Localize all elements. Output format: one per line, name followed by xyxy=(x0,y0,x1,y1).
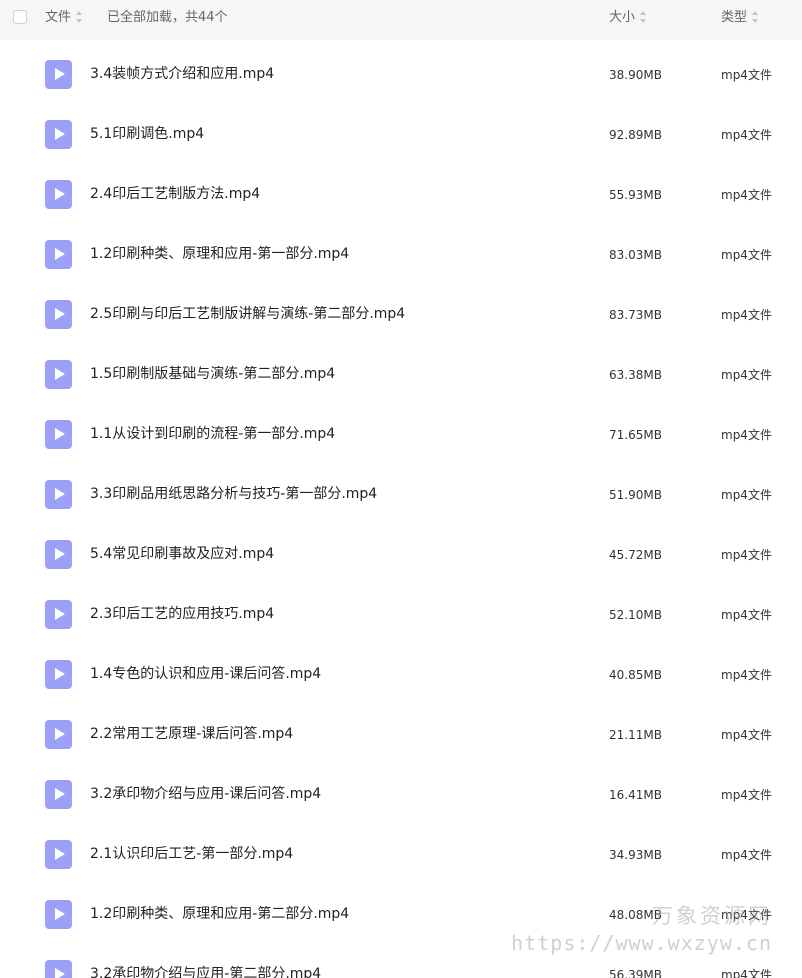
sort-icon xyxy=(640,10,647,23)
file-row[interactable]: 2.4印后工艺制版方法.mp4 55.93MB mp4文件 xyxy=(0,164,802,224)
file-row[interactable]: 2.1认识印后工艺-第一部分.mp4 34.93MB mp4文件 xyxy=(0,824,802,884)
video-file-icon xyxy=(45,720,72,749)
file-type: mp4文件 xyxy=(721,68,772,82)
file-row[interactable]: 1.2印刷种类、原理和应用-第一部分.mp4 83.03MB mp4文件 xyxy=(0,224,802,284)
file-size: 92.89MB xyxy=(609,128,662,142)
column-header-file[interactable]: 文件 xyxy=(45,0,83,36)
file-size: 21.11MB xyxy=(609,728,662,742)
file-size: 52.10MB xyxy=(609,608,662,622)
file-size: 83.03MB xyxy=(609,248,662,262)
load-status-text: 已全部加载，共44个 xyxy=(107,10,228,25)
file-row[interactable]: 3.2承印物介绍与应用-第二部分.mp4 56.39MB mp4文件 xyxy=(0,944,802,978)
file-size: 34.93MB xyxy=(609,848,662,862)
file-row[interactable]: 3.3印刷品用纸思路分析与技巧-第一部分.mp4 51.90MB mp4文件 xyxy=(0,464,802,524)
file-type: mp4文件 xyxy=(721,248,772,262)
select-all-checkbox[interactable] xyxy=(13,10,27,24)
file-row[interactable]: 1.1从设计到印刷的流程-第一部分.mp4 71.65MB mp4文件 xyxy=(0,404,802,464)
sort-icon xyxy=(76,10,83,23)
sort-icon xyxy=(752,10,759,23)
file-type: mp4文件 xyxy=(721,428,772,442)
file-name[interactable]: 1.1从设计到印刷的流程-第一部分.mp4 xyxy=(90,424,335,444)
file-row[interactable]: 2.2常用工艺原理-课后问答.mp4 21.11MB mp4文件 xyxy=(0,704,802,764)
file-type: mp4文件 xyxy=(721,308,772,322)
video-file-icon xyxy=(45,780,72,809)
file-size: 51.90MB xyxy=(609,488,662,502)
file-list-page: 文件 已全部加载，共44个 大小 类型 3.4装帧方式介绍和应用.mp4 38.9… xyxy=(0,0,802,978)
file-row[interactable]: 1.4专色的认识和应用-课后问答.mp4 40.85MB mp4文件 xyxy=(0,644,802,704)
file-type: mp4文件 xyxy=(721,728,772,742)
file-name[interactable]: 1.4专色的认识和应用-课后问答.mp4 xyxy=(90,664,321,684)
file-name[interactable]: 2.3印后工艺的应用技巧.mp4 xyxy=(90,604,274,624)
file-name[interactable]: 3.4装帧方式介绍和应用.mp4 xyxy=(90,64,274,84)
file-type: mp4文件 xyxy=(721,128,772,142)
file-name[interactable]: 5.4常见印刷事故及应对.mp4 xyxy=(90,544,274,564)
file-row[interactable]: 1.2印刷种类、原理和应用-第二部分.mp4 48.08MB mp4文件 xyxy=(0,884,802,944)
file-name[interactable]: 2.1认识印后工艺-第一部分.mp4 xyxy=(90,844,293,864)
file-size: 83.73MB xyxy=(609,308,662,322)
column-header-size-label: 大小 xyxy=(609,10,636,25)
file-type: mp4文件 xyxy=(721,608,772,622)
video-file-icon xyxy=(45,180,72,209)
column-header-type-label: 类型 xyxy=(721,10,748,25)
file-type: mp4文件 xyxy=(721,368,772,382)
video-file-icon xyxy=(45,300,72,329)
file-name[interactable]: 2.5印刷与印后工艺制版讲解与演练-第二部分.mp4 xyxy=(90,304,405,324)
file-name[interactable]: 1.2印刷种类、原理和应用-第一部分.mp4 xyxy=(90,244,349,264)
file-row[interactable]: 2.3印后工艺的应用技巧.mp4 52.10MB mp4文件 xyxy=(0,584,802,644)
file-name[interactable]: 3.2承印物介绍与应用-第二部分.mp4 xyxy=(90,964,321,978)
video-file-icon xyxy=(45,420,72,449)
file-type: mp4文件 xyxy=(721,788,772,802)
list-header: 文件 已全部加载，共44个 大小 类型 xyxy=(0,0,802,40)
video-file-icon xyxy=(45,480,72,509)
file-size: 56.39MB xyxy=(609,968,662,978)
file-size: 45.72MB xyxy=(609,548,662,562)
video-file-icon xyxy=(45,840,72,869)
file-size: 40.85MB xyxy=(609,668,662,682)
video-file-icon xyxy=(45,60,72,89)
video-file-icon xyxy=(45,240,72,269)
video-file-icon xyxy=(45,660,72,689)
column-header-file-label: 文件 xyxy=(45,10,72,25)
file-type: mp4文件 xyxy=(721,668,772,682)
video-file-icon xyxy=(45,600,72,629)
file-size: 16.41MB xyxy=(609,788,662,802)
file-size: 38.90MB xyxy=(609,68,662,82)
video-file-icon xyxy=(45,900,72,929)
file-row[interactable]: 1.5印刷制版基础与演练-第二部分.mp4 63.38MB mp4文件 xyxy=(0,344,802,404)
file-row[interactable]: 5.4常见印刷事故及应对.mp4 45.72MB mp4文件 xyxy=(0,524,802,584)
file-name[interactable]: 1.2印刷种类、原理和应用-第二部分.mp4 xyxy=(90,904,349,924)
file-size: 71.65MB xyxy=(609,428,662,442)
file-row[interactable]: 3.4装帧方式介绍和应用.mp4 38.90MB mp4文件 xyxy=(0,44,802,104)
file-row[interactable]: 5.1印刷调色.mp4 92.89MB mp4文件 xyxy=(0,104,802,164)
file-type: mp4文件 xyxy=(721,548,772,562)
file-type: mp4文件 xyxy=(721,488,772,502)
video-file-icon xyxy=(45,960,72,978)
file-row[interactable]: 2.5印刷与印后工艺制版讲解与演练-第二部分.mp4 83.73MB mp4文件 xyxy=(0,284,802,344)
file-name[interactable]: 5.1印刷调色.mp4 xyxy=(90,124,204,144)
file-name[interactable]: 2.4印后工艺制版方法.mp4 xyxy=(90,184,260,204)
column-header-size[interactable]: 大小 xyxy=(609,0,647,36)
video-file-icon xyxy=(45,360,72,389)
file-type: mp4文件 xyxy=(721,968,772,978)
video-file-icon xyxy=(45,540,72,569)
file-size: 48.08MB xyxy=(609,908,662,922)
column-header-type[interactable]: 类型 xyxy=(721,0,759,36)
file-name[interactable]: 3.3印刷品用纸思路分析与技巧-第一部分.mp4 xyxy=(90,484,377,504)
file-name[interactable]: 2.2常用工艺原理-课后问答.mp4 xyxy=(90,724,293,744)
file-size: 55.93MB xyxy=(609,188,662,202)
file-name[interactable]: 3.2承印物介绍与应用-课后问答.mp4 xyxy=(90,784,321,804)
file-name[interactable]: 1.5印刷制版基础与演练-第二部分.mp4 xyxy=(90,364,335,384)
file-type: mp4文件 xyxy=(721,848,772,862)
file-size: 63.38MB xyxy=(609,368,662,382)
video-file-icon xyxy=(45,120,72,149)
file-row[interactable]: 3.2承印物介绍与应用-课后问答.mp4 16.41MB mp4文件 xyxy=(0,764,802,824)
file-type: mp4文件 xyxy=(721,188,772,202)
file-type: mp4文件 xyxy=(721,908,772,922)
